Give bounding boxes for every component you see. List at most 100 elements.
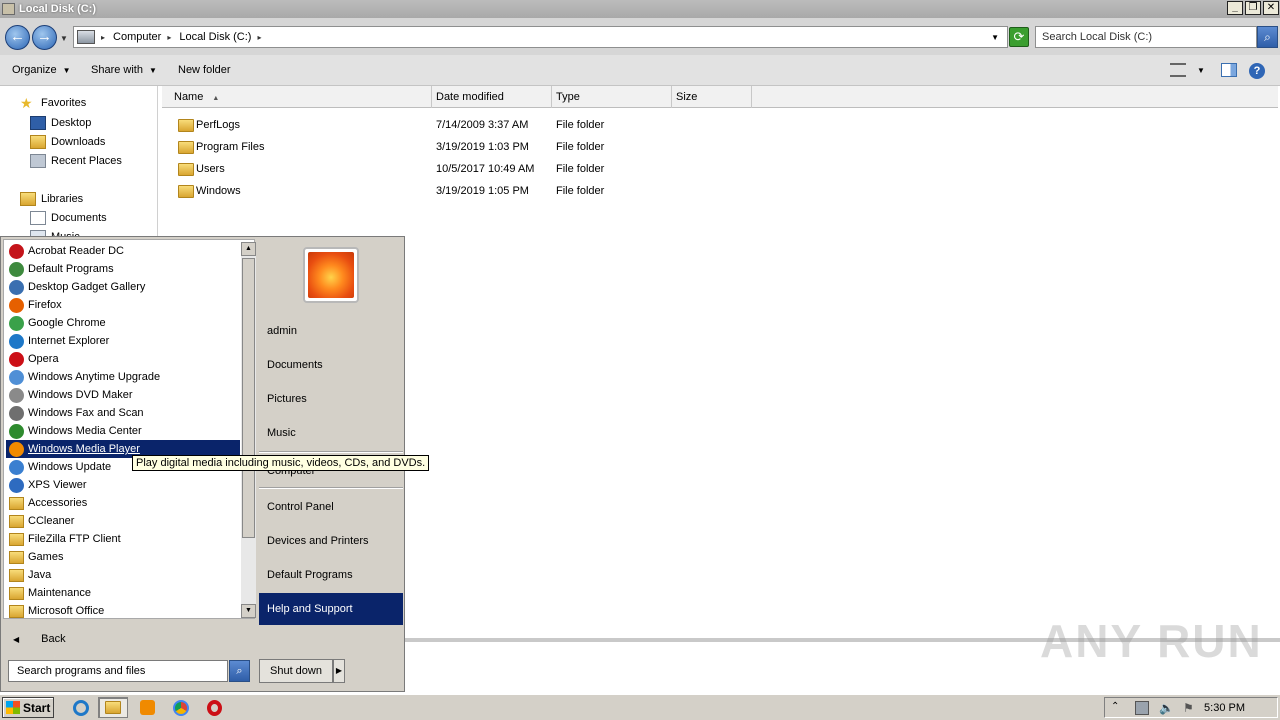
- search-input[interactable]: Search Local Disk (C:): [1035, 26, 1257, 48]
- recent-pages-dropdown[interactable]: ▼: [60, 34, 68, 43]
- volume-icon[interactable]: 🔈: [1159, 701, 1174, 715]
- nav-recent-places[interactable]: Recent Places: [30, 154, 122, 168]
- column-name[interactable]: Name ▲: [162, 86, 432, 108]
- start-link-devices-printers[interactable]: Devices and Printers: [259, 525, 403, 557]
- close-button[interactable]: ✕: [1263, 1, 1279, 15]
- scroll-up-icon[interactable]: ▲: [241, 242, 256, 256]
- programs-scrollbar[interactable]: ▲ ▼: [241, 242, 256, 618]
- address-field[interactable]: ▸ Computer ▸ Local Disk (C:) ▸ ▼: [73, 26, 1008, 48]
- preview-pane-icon[interactable]: [1221, 63, 1237, 77]
- user-avatar[interactable]: [303, 247, 359, 303]
- shutdown-button[interactable]: Shut down: [259, 659, 333, 683]
- list-item[interactable]: XPS Viewer: [6, 476, 240, 494]
- program-label: Acrobat Reader DC: [28, 245, 124, 257]
- breadcrumb-separator[interactable]: ▸: [257, 33, 261, 42]
- refresh-icon[interactable]: ⟳: [1009, 27, 1029, 47]
- list-item[interactable]: CCleaner: [6, 512, 240, 530]
- list-item[interactable]: Default Programs: [6, 260, 240, 278]
- list-item[interactable]: Desktop Gadget Gallery: [6, 278, 240, 296]
- list-item[interactable]: Windows DVD Maker: [6, 386, 240, 404]
- search-icon[interactable]: ⌕: [1257, 26, 1278, 48]
- organize-button[interactable]: Organize ▼: [12, 64, 71, 76]
- start-link-pictures[interactable]: Pictures: [259, 383, 403, 415]
- breadcrumb-local-disk[interactable]: Local Disk (C:): [179, 31, 251, 43]
- search-icon[interactable]: ⌕: [229, 660, 250, 682]
- list-item[interactable]: Games: [6, 548, 240, 566]
- list-item[interactable]: Windows Anytime Upgrade: [6, 368, 240, 386]
- views-dropdown-icon[interactable]: ▼: [1197, 66, 1205, 75]
- back-arrow-icon: ◀: [13, 634, 20, 644]
- share-with-button[interactable]: Share with ▼: [91, 64, 157, 76]
- start-link-default-programs[interactable]: Default Programs: [259, 559, 403, 591]
- list-item[interactable]: Microsoft Office: [6, 602, 240, 620]
- scroll-thumb[interactable]: [242, 258, 255, 538]
- list-item[interactable]: Accessories: [6, 494, 240, 512]
- new-folder-button[interactable]: New folder: [178, 64, 231, 76]
- file-name: Users: [196, 163, 225, 175]
- xps-icon: [9, 477, 24, 493]
- table-row[interactable]: Program Files 3/19/2019 1:03 PM File fol…: [162, 137, 762, 159]
- list-item[interactable]: Acrobat Reader DC: [6, 242, 240, 260]
- program-label: Games: [28, 551, 64, 563]
- breadcrumb-computer[interactable]: Computer: [113, 31, 161, 43]
- file-name: PerfLogs: [196, 119, 241, 131]
- start-link-music[interactable]: Music: [259, 417, 403, 449]
- start-search-input[interactable]: Search programs and files: [8, 660, 228, 682]
- opera-taskbar-icon[interactable]: [199, 697, 229, 718]
- scroll-down-icon[interactable]: ▼: [241, 604, 256, 618]
- list-item[interactable]: Windows Media Center: [6, 422, 240, 440]
- chrome-taskbar-icon[interactable]: [166, 697, 196, 718]
- back-arrow-icon[interactable]: ←: [5, 25, 30, 50]
- start-link-help-support[interactable]: Help and Support: [259, 593, 403, 625]
- desktop-icon: [30, 116, 46, 130]
- file-name: Windows: [196, 185, 241, 197]
- media-player-icon: [9, 441, 24, 457]
- start-button[interactable]: Start: [2, 697, 54, 718]
- list-item[interactable]: Windows Fax and Scan: [6, 404, 240, 422]
- action-center-flag-icon[interactable]: ⚑: [1183, 701, 1197, 715]
- address-dropdown-icon[interactable]: ▼: [991, 33, 999, 42]
- nav-documents[interactable]: Documents: [30, 211, 107, 225]
- list-item[interactable]: Opera: [6, 350, 240, 368]
- minimize-button[interactable]: _: [1227, 1, 1243, 15]
- ie-taskbar-icon[interactable]: [66, 697, 96, 718]
- folder-icon: [9, 604, 24, 618]
- back-button[interactable]: ◀ Back: [3, 625, 255, 653]
- nav-favorites[interactable]: ★ Favorites: [20, 96, 86, 110]
- list-item[interactable]: Internet Explorer: [6, 332, 240, 350]
- start-link-user[interactable]: admin: [259, 315, 403, 347]
- list-item[interactable]: Firefox: [6, 296, 240, 314]
- nav-downloads[interactable]: Downloads: [30, 135, 105, 149]
- list-item[interactable]: Java: [6, 566, 240, 584]
- file-type: File folder: [556, 163, 605, 175]
- nav-libraries[interactable]: Libraries: [20, 192, 83, 206]
- column-size[interactable]: Size: [672, 86, 752, 108]
- clock[interactable]: 5:30 PM: [1204, 702, 1245, 714]
- views-icon[interactable]: [1170, 63, 1186, 77]
- network-icon[interactable]: [1135, 700, 1149, 715]
- file-name: Program Files: [196, 141, 265, 153]
- table-row[interactable]: Users 10/5/2017 10:49 AM File folder: [162, 159, 762, 181]
- maximize-button[interactable]: ❐: [1245, 1, 1261, 15]
- firefox-icon: [9, 297, 24, 313]
- table-row[interactable]: Windows 3/19/2019 1:05 PM File folder: [162, 181, 762, 203]
- gadget-icon: [9, 279, 24, 295]
- breadcrumb-separator[interactable]: ▸: [101, 33, 105, 42]
- column-type[interactable]: Type: [552, 86, 672, 108]
- column-date-modified[interactable]: Date modified: [432, 86, 552, 108]
- forward-arrow-icon[interactable]: →: [32, 25, 57, 50]
- shutdown-options-icon[interactable]: ▶: [333, 659, 345, 683]
- folder-icon: [178, 163, 194, 176]
- help-icon[interactable]: ?: [1249, 63, 1265, 79]
- start-link-documents[interactable]: Documents: [259, 349, 403, 381]
- start-link-control-panel[interactable]: Control Panel: [259, 491, 403, 523]
- media-player-taskbar-icon[interactable]: [132, 697, 162, 718]
- list-item[interactable]: Maintenance: [6, 584, 240, 602]
- nav-desktop[interactable]: Desktop: [30, 116, 91, 130]
- table-row[interactable]: PerfLogs 7/14/2009 3:37 AM File folder: [162, 115, 762, 137]
- breadcrumb-separator[interactable]: ▸: [167, 33, 171, 42]
- list-item[interactable]: FileZilla FTP Client: [6, 530, 240, 548]
- list-item[interactable]: Google Chrome: [6, 314, 240, 332]
- explorer-taskbar-icon[interactable]: [98, 697, 128, 718]
- show-hidden-icons-icon[interactable]: ⌃: [1111, 701, 1125, 715]
